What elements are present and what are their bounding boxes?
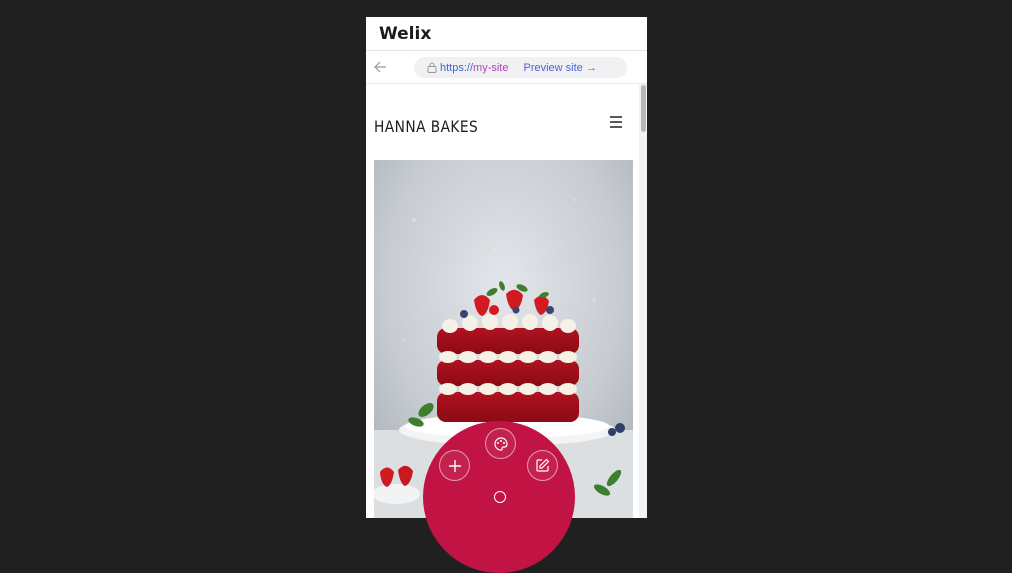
url-protocol: https://	[440, 61, 474, 74]
plus-icon[interactable]	[439, 450, 470, 481]
scrollbar-track[interactable]	[639, 84, 647, 518]
scrollbar-thumb[interactable]	[641, 85, 646, 132]
edit-icon[interactable]	[527, 450, 558, 481]
preview-site-link[interactable]: Preview site →	[523, 62, 596, 74]
circle-icon[interactable]	[494, 491, 506, 503]
arrow-left-icon[interactable]	[373, 60, 387, 74]
site-brand: HANNA BAKES	[374, 117, 479, 136]
palette-icon[interactable]	[485, 428, 516, 459]
url-field[interactable]: https:// my-site Preview site →	[414, 57, 627, 78]
lock-icon	[427, 62, 437, 73]
browser-bar: https:// my-site Preview site →	[366, 51, 647, 84]
app-title: Welix	[379, 23, 432, 44]
url-host: my-site	[473, 61, 509, 74]
app-titlebar: Welix	[366, 17, 647, 51]
hamburger-menu-icon[interactable]	[608, 114, 624, 130]
